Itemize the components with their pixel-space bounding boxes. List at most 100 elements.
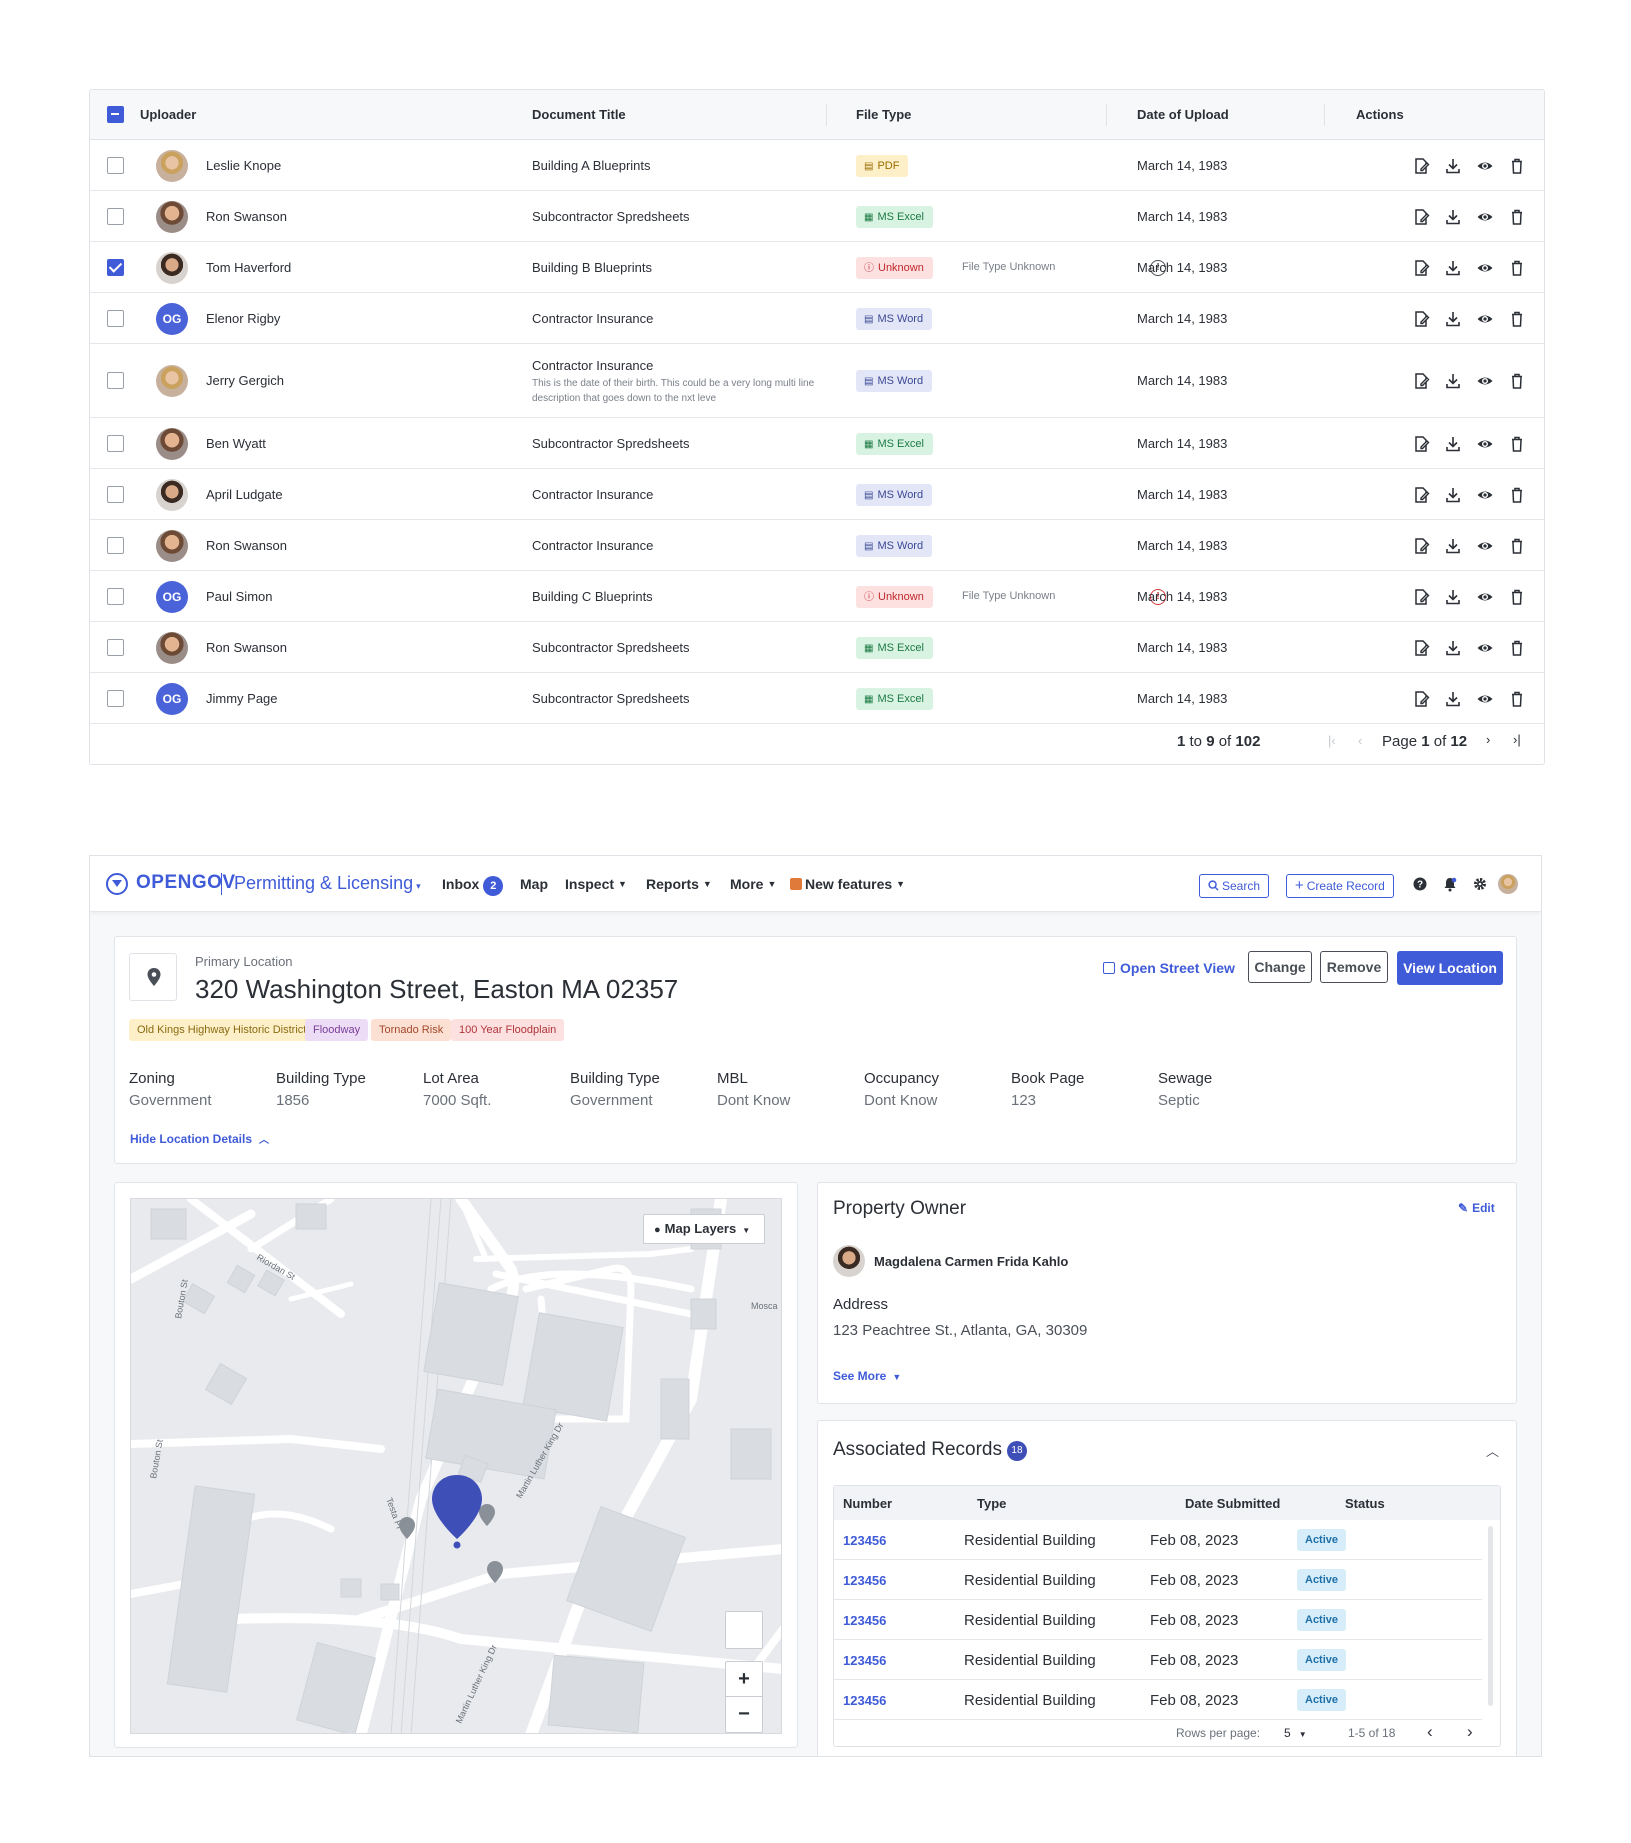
nav-inspect[interactable]: Inspect ▼ bbox=[565, 876, 627, 892]
row-checkbox[interactable] bbox=[107, 309, 124, 327]
record-number-link[interactable]: 123456 bbox=[843, 1693, 886, 1708]
edit-document-icon[interactable] bbox=[1412, 259, 1430, 277]
change-button[interactable]: Change bbox=[1248, 951, 1312, 983]
search-button[interactable]: Search bbox=[1199, 874, 1270, 898]
prev-page-icon[interactable]: ‹ bbox=[1358, 733, 1362, 748]
view-eye-icon[interactable] bbox=[1476, 435, 1494, 453]
record-number-link[interactable]: 123456 bbox=[843, 1613, 886, 1628]
nav-inbox[interactable]: Inbox 2 bbox=[442, 876, 504, 896]
create-record-button[interactable]: + Create Record bbox=[1286, 874, 1394, 898]
trash-icon[interactable] bbox=[1508, 486, 1526, 504]
download-icon[interactable] bbox=[1444, 157, 1462, 175]
first-page-icon[interactable]: |‹ bbox=[1328, 733, 1336, 748]
download-icon[interactable] bbox=[1444, 639, 1462, 657]
last-page-icon[interactable]: ›| bbox=[1513, 732, 1521, 747]
view-eye-icon[interactable] bbox=[1476, 208, 1494, 226]
trash-icon[interactable] bbox=[1508, 690, 1526, 708]
record-number-link[interactable]: 123456 bbox=[843, 1573, 886, 1588]
download-icon[interactable] bbox=[1444, 537, 1462, 555]
edit-document-icon[interactable] bbox=[1412, 639, 1430, 657]
edit-document-icon[interactable] bbox=[1412, 537, 1430, 555]
edit-document-icon[interactable] bbox=[1412, 310, 1430, 328]
collapse-chevron-icon[interactable]: ︿ bbox=[1486, 1441, 1499, 1460]
nav-more[interactable]: More ▼ bbox=[730, 876, 776, 892]
open-street-view-link[interactable]: Open Street View bbox=[1103, 960, 1235, 976]
row-checkbox[interactable] bbox=[107, 258, 124, 276]
settings-gear-icon[interactable] bbox=[1472, 877, 1488, 893]
notifications-bell-icon[interactable] bbox=[1442, 877, 1458, 893]
view-eye-icon[interactable] bbox=[1476, 157, 1494, 175]
download-icon[interactable] bbox=[1444, 310, 1462, 328]
remove-button[interactable]: Remove bbox=[1320, 951, 1388, 983]
edit-document-icon[interactable] bbox=[1412, 372, 1430, 390]
edit-document-icon[interactable] bbox=[1412, 157, 1430, 175]
edit-document-icon[interactable] bbox=[1412, 435, 1430, 453]
download-icon[interactable] bbox=[1444, 208, 1462, 226]
row-checkbox[interactable] bbox=[107, 156, 124, 174]
record-number-link[interactable]: 123456 bbox=[843, 1653, 886, 1668]
see-more-link[interactable]: See More ▼ bbox=[833, 1369, 901, 1383]
trash-icon[interactable] bbox=[1508, 537, 1526, 555]
row-checkbox[interactable] bbox=[107, 689, 124, 707]
col-status[interactable]: Status bbox=[1345, 1496, 1385, 1511]
download-icon[interactable] bbox=[1444, 690, 1462, 708]
view-eye-icon[interactable] bbox=[1476, 690, 1494, 708]
trash-icon[interactable] bbox=[1508, 208, 1526, 226]
trash-icon[interactable] bbox=[1508, 639, 1526, 657]
download-icon[interactable] bbox=[1444, 588, 1462, 606]
edit-document-icon[interactable] bbox=[1412, 486, 1430, 504]
col-type[interactable]: Type bbox=[977, 1496, 1006, 1511]
zoom-in-button[interactable]: + bbox=[726, 1662, 762, 1697]
view-eye-icon[interactable] bbox=[1476, 310, 1494, 328]
download-icon[interactable] bbox=[1444, 486, 1462, 504]
prev-page-button[interactable]: ‹ bbox=[1427, 1722, 1433, 1742]
col-date-submitted[interactable]: Date Submitted bbox=[1185, 1496, 1280, 1511]
col-uploader[interactable]: Uploader bbox=[140, 107, 196, 122]
col-file-type[interactable]: File Type bbox=[856, 107, 911, 122]
map-layers-button[interactable]: ● Map Layers ▼ bbox=[643, 1214, 765, 1244]
row-checkbox[interactable] bbox=[107, 536, 124, 554]
download-icon[interactable] bbox=[1444, 259, 1462, 277]
user-avatar[interactable] bbox=[1498, 874, 1518, 894]
view-eye-icon[interactable] bbox=[1476, 372, 1494, 390]
next-page-button[interactable]: › bbox=[1467, 1722, 1473, 1742]
view-eye-icon[interactable] bbox=[1476, 537, 1494, 555]
map-locate-button[interactable] bbox=[725, 1611, 763, 1649]
row-checkbox[interactable] bbox=[107, 207, 124, 225]
trash-icon[interactable] bbox=[1508, 588, 1526, 606]
edit-owner-button[interactable]: ✎ Edit bbox=[1458, 1201, 1495, 1215]
row-checkbox[interactable] bbox=[107, 485, 124, 503]
next-page-icon[interactable]: › bbox=[1486, 732, 1490, 747]
zoom-out-button[interactable]: − bbox=[726, 1698, 762, 1732]
trash-icon[interactable] bbox=[1508, 372, 1526, 390]
nav-new-features[interactable]: New features ▼ bbox=[790, 876, 905, 892]
row-checkbox[interactable] bbox=[107, 372, 124, 389]
trash-icon[interactable] bbox=[1508, 435, 1526, 453]
nav-map[interactable]: Map bbox=[520, 876, 548, 892]
col-date-of-upload[interactable]: Date of Upload bbox=[1137, 107, 1229, 122]
view-eye-icon[interactable] bbox=[1476, 639, 1494, 657]
edit-document-icon[interactable] bbox=[1412, 690, 1430, 708]
hide-location-details-link[interactable]: Hide Location Details ︿ bbox=[130, 1131, 269, 1146]
view-eye-icon[interactable] bbox=[1476, 259, 1494, 277]
view-location-button[interactable]: View Location bbox=[1397, 951, 1503, 985]
view-eye-icon[interactable] bbox=[1476, 486, 1494, 504]
trash-icon[interactable] bbox=[1508, 310, 1526, 328]
col-number[interactable]: Number bbox=[843, 1496, 892, 1511]
edit-document-icon[interactable] bbox=[1412, 588, 1430, 606]
trash-icon[interactable] bbox=[1508, 157, 1526, 175]
row-checkbox[interactable] bbox=[107, 587, 124, 605]
trash-icon[interactable] bbox=[1508, 259, 1526, 277]
rows-per-page-select[interactable]: 5 ▼ bbox=[1284, 1726, 1307, 1740]
edit-document-icon[interactable] bbox=[1412, 208, 1430, 226]
select-all-checkbox[interactable] bbox=[107, 106, 124, 123]
row-checkbox[interactable] bbox=[107, 434, 124, 452]
property-map[interactable]: Riordan St Bouton St Bouton St Testa Pl … bbox=[130, 1198, 782, 1734]
download-icon[interactable] bbox=[1444, 435, 1462, 453]
col-document-title[interactable]: Document Title bbox=[532, 107, 626, 122]
nav-reports[interactable]: Reports ▼ bbox=[646, 876, 712, 892]
product-switcher[interactable]: Permitting & Licensing ▾ bbox=[234, 873, 421, 894]
records-scrollbar[interactable] bbox=[1488, 1526, 1493, 1706]
row-checkbox[interactable] bbox=[107, 638, 124, 656]
record-number-link[interactable]: 123456 bbox=[843, 1533, 886, 1548]
